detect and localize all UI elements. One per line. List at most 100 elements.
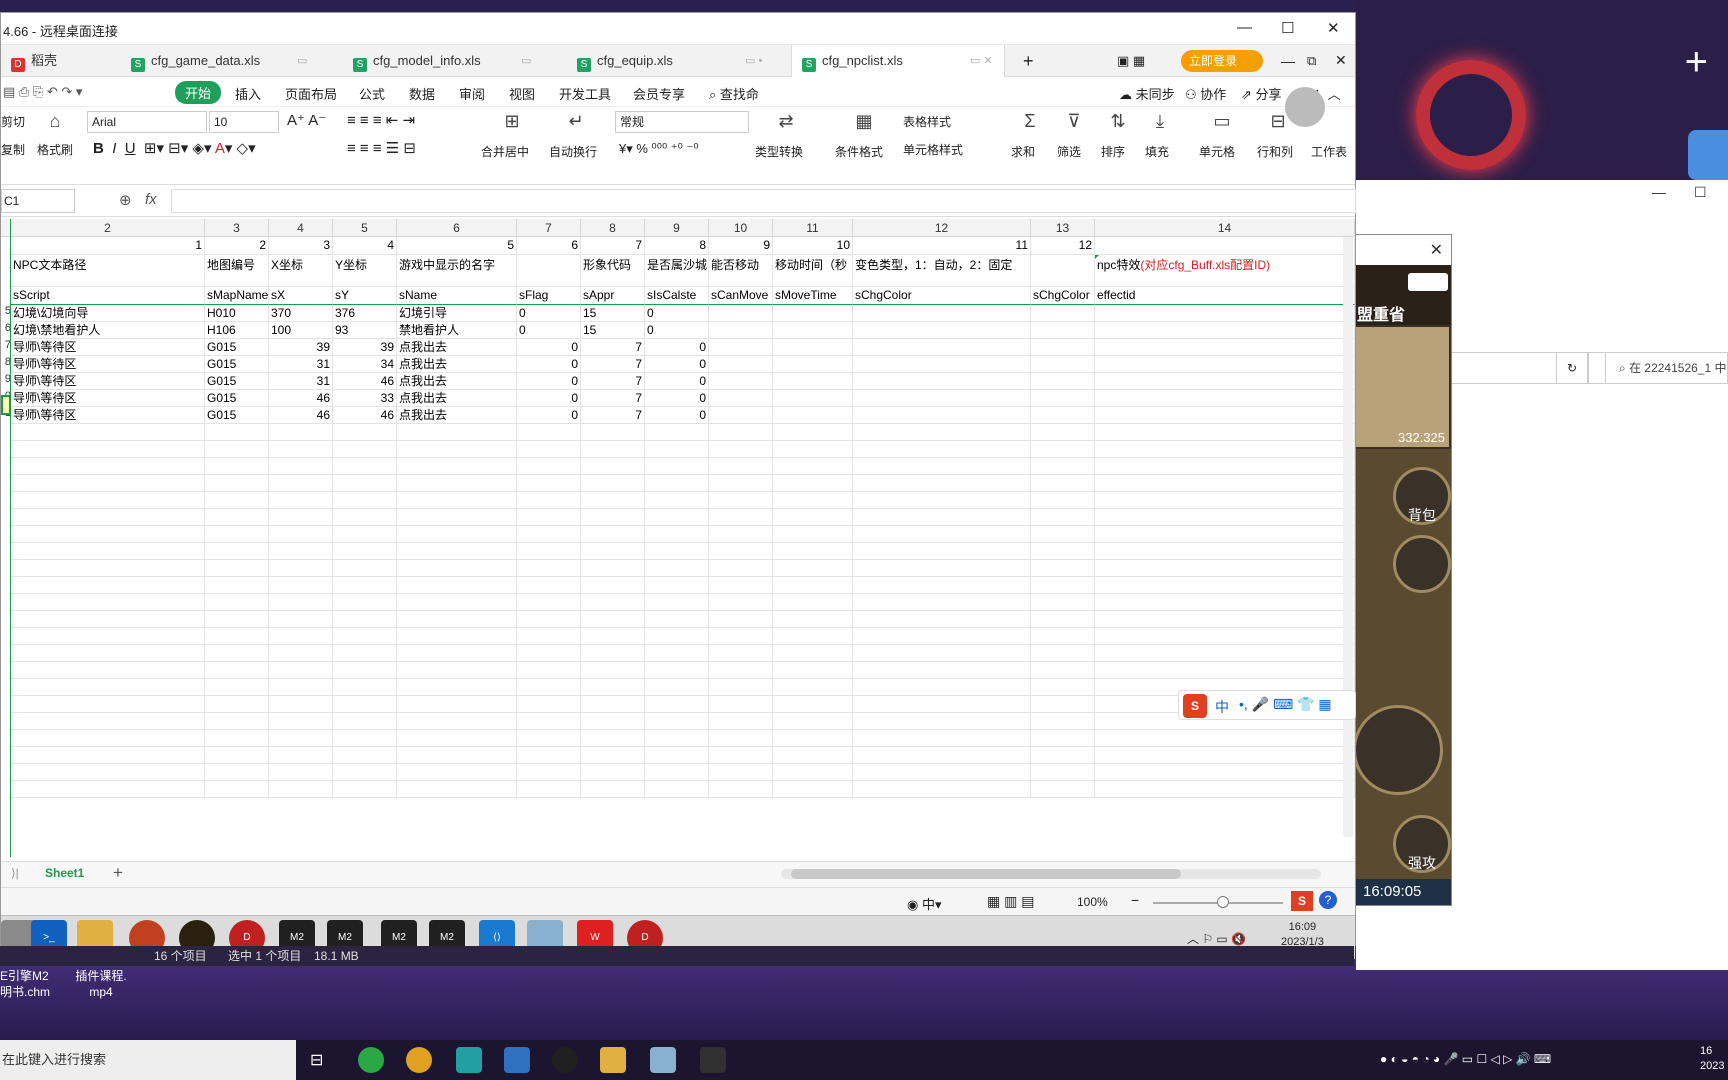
- cell[interactable]: [1095, 356, 1355, 373]
- cell[interactable]: [1095, 764, 1355, 781]
- cell[interactable]: [1095, 645, 1355, 662]
- cell[interactable]: [11, 781, 205, 798]
- cell[interactable]: [269, 526, 333, 543]
- horizontal-scrollbar[interactable]: [781, 869, 1321, 879]
- cell[interactable]: [853, 543, 1031, 560]
- cell[interactable]: [1031, 577, 1095, 594]
- cell[interactable]: 6: [517, 237, 581, 255]
- cell[interactable]: [709, 781, 773, 798]
- add-sheet-button[interactable]: +: [113, 863, 123, 883]
- app-link-icon[interactable]: [456, 1047, 482, 1073]
- cell[interactable]: 11: [853, 237, 1031, 255]
- tab-close-all-icon[interactable]: ✕: [1335, 52, 1347, 69]
- cell[interactable]: [11, 441, 205, 458]
- cell[interactable]: [333, 662, 397, 679]
- column-header[interactable]: 10: [709, 219, 773, 237]
- cell[interactable]: [1031, 373, 1095, 390]
- cell[interactable]: [581, 424, 645, 441]
- cell[interactable]: 4: [333, 237, 397, 255]
- cell[interactable]: [1095, 458, 1355, 475]
- shield-icon[interactable]: [1688, 130, 1728, 180]
- cell[interactable]: [853, 764, 1031, 781]
- collab-button[interactable]: ⚇ 协作: [1185, 84, 1226, 103]
- cell[interactable]: [517, 543, 581, 560]
- cell[interactable]: [11, 730, 205, 747]
- cell[interactable]: [517, 458, 581, 475]
- cell[interactable]: [1031, 594, 1095, 611]
- sheet-tab-sheet1[interactable]: Sheet1: [45, 866, 84, 880]
- cell[interactable]: 变色类型，1：自动，2：固定: [853, 255, 1031, 287]
- tab-cfg-npclist[interactable]: Scfg_npclist.xls ▭ ✕: [791, 45, 1005, 77]
- cell[interactable]: [853, 730, 1031, 747]
- cell[interactable]: 游戏中显示的名字: [397, 255, 517, 287]
- menu-page-layout[interactable]: 页面布局: [285, 84, 337, 103]
- align-icons-bottom[interactable]: ≡ ≡ ≡ ☰ ⊟: [347, 139, 416, 157]
- game-minimap[interactable]: 332:325: [1353, 325, 1451, 449]
- cell[interactable]: [581, 781, 645, 798]
- table-style-button[interactable]: 表格样式: [903, 113, 951, 130]
- cell[interactable]: [645, 492, 709, 509]
- sogou-icon[interactable]: S: [1183, 694, 1207, 718]
- cell[interactable]: [1095, 509, 1355, 526]
- cell[interactable]: [853, 781, 1031, 798]
- tab-cfg-model-info[interactable]: Scfg_model_info.xls ▭: [343, 45, 565, 77]
- tab-cfg-game-data[interactable]: Scfg_game_data.xls ▭: [121, 45, 341, 77]
- fill-icon[interactable]: ⤓: [1145, 111, 1175, 132]
- cell[interactable]: [269, 662, 333, 679]
- cell[interactable]: 15: [581, 322, 645, 339]
- cell[interactable]: [773, 390, 853, 407]
- cell[interactable]: [853, 577, 1031, 594]
- sort-icon[interactable]: ⇅: [1103, 111, 1133, 132]
- cell[interactable]: [517, 781, 581, 798]
- cell[interactable]: [709, 458, 773, 475]
- cond-format-icon[interactable]: ▦: [849, 111, 879, 132]
- cell[interactable]: [645, 662, 709, 679]
- cell[interactable]: [773, 407, 853, 424]
- column-header[interactable]: 9: [645, 219, 709, 237]
- cell[interactable]: X坐标: [269, 255, 333, 287]
- filter-icon[interactable]: ⊽: [1059, 111, 1089, 132]
- cell[interactable]: 0: [645, 305, 709, 322]
- cell[interactable]: [205, 747, 269, 764]
- cell[interactable]: [1095, 305, 1355, 322]
- cell[interactable]: [397, 458, 517, 475]
- cell[interactable]: [853, 611, 1031, 628]
- cell[interactable]: [397, 730, 517, 747]
- cell[interactable]: [1031, 305, 1095, 322]
- cell[interactable]: [645, 730, 709, 747]
- cell[interactable]: [709, 696, 773, 713]
- cell[interactable]: 7: [581, 237, 645, 255]
- cell[interactable]: [333, 781, 397, 798]
- cell[interactable]: H106: [205, 322, 269, 339]
- cell[interactable]: [269, 509, 333, 526]
- number-format-icons[interactable]: ¥▾ % ⁰⁰⁰ ⁺⁰ ⁻⁰: [619, 141, 699, 157]
- cell[interactable]: sScript: [11, 287, 205, 305]
- zoom-out-button[interactable]: −: [1131, 892, 1139, 908]
- cell[interactable]: 39: [269, 339, 333, 356]
- cell[interactable]: [773, 730, 853, 747]
- cell[interactable]: [709, 713, 773, 730]
- cell[interactable]: [853, 356, 1031, 373]
- cell[interactable]: [709, 509, 773, 526]
- cell[interactable]: [645, 628, 709, 645]
- wrap-icon[interactable]: ↵: [561, 111, 591, 132]
- cell[interactable]: 100: [269, 322, 333, 339]
- font-family-select[interactable]: Arial: [87, 111, 207, 133]
- view-mode-icons[interactable]: ▦ ▥ ▤: [987, 893, 1034, 910]
- cell[interactable]: [709, 679, 773, 696]
- cell[interactable]: [1095, 390, 1355, 407]
- cell[interactable]: [645, 526, 709, 543]
- cell[interactable]: 1: [11, 237, 205, 255]
- cell[interactable]: [11, 594, 205, 611]
- cell[interactable]: [1031, 696, 1095, 713]
- cell[interactable]: [1095, 594, 1355, 611]
- cell[interactable]: [773, 747, 853, 764]
- pin-icon[interactable]: ▭ •: [745, 45, 762, 77]
- cell[interactable]: [269, 577, 333, 594]
- game-close-icon[interactable]: ✕: [1430, 240, 1443, 260]
- window-layout-icon[interactable]: ▣ ▦: [1117, 53, 1145, 69]
- cell[interactable]: [645, 594, 709, 611]
- cell[interactable]: 8: [645, 237, 709, 255]
- cell[interactable]: [773, 509, 853, 526]
- cell[interactable]: [397, 526, 517, 543]
